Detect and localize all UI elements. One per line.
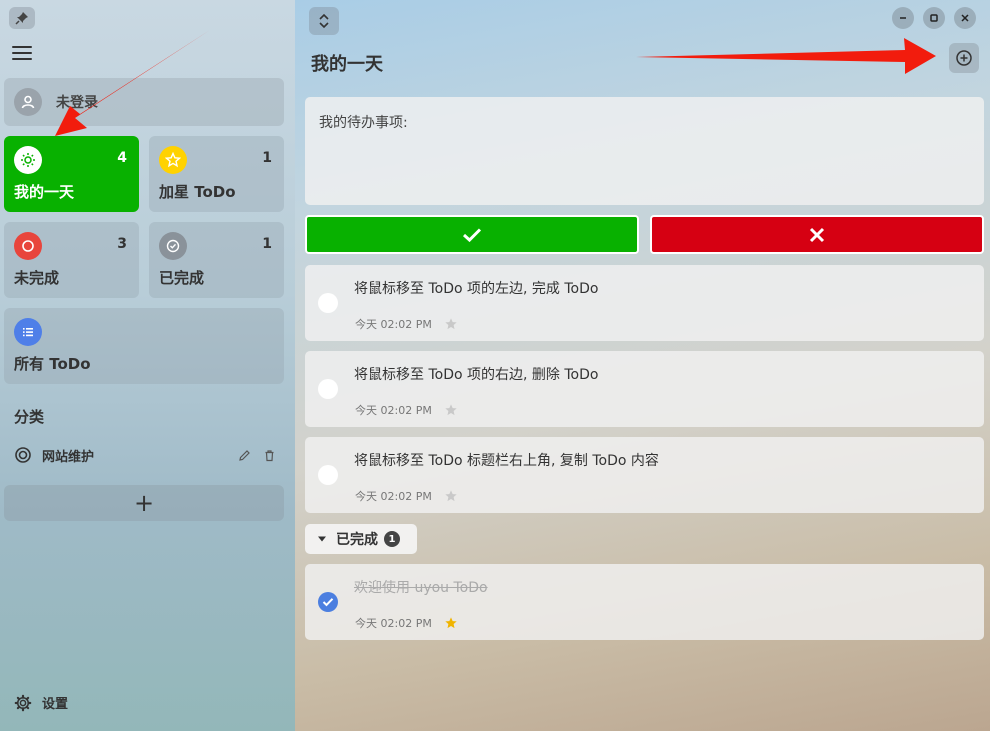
minimize-icon <box>900 17 906 19</box>
add-category-button[interactable]: + <box>4 485 284 521</box>
circle-icon <box>14 232 42 260</box>
chevron-up-down-icon <box>319 13 329 29</box>
todo-text: 欢迎使用 uyou ToDo <box>354 580 488 596</box>
todo-time: 今天 02:02 PM <box>355 617 432 630</box>
plus-circle-icon <box>956 50 972 66</box>
sort-button[interactable] <box>309 7 339 35</box>
tile-incomplete[interactable]: 3 未完成 <box>4 222 139 298</box>
todo-text: 将鼠标移至 ToDo 项的右边, 删除 ToDo <box>354 367 599 383</box>
star-icon[interactable] <box>444 403 458 417</box>
todo-meta: 今天 02:02 PM <box>355 402 458 418</box>
check-icon <box>462 227 482 242</box>
tile-count: 3 <box>117 236 127 252</box>
tile-starred[interactable]: 1 加星 ToDo <box>149 136 284 212</box>
confirm-button[interactable] <box>305 215 639 254</box>
minimize-button[interactable] <box>892 7 914 29</box>
todo-meta: 今天 02:02 PM <box>355 488 458 504</box>
todo-time: 今天 02:02 PM <box>355 318 432 331</box>
caret-down-icon <box>318 536 326 542</box>
todo-input[interactable]: 我的待办事项: <box>305 97 984 205</box>
todo-input-placeholder: 我的待办事项: <box>319 115 408 131</box>
category-item[interactable]: 网站维护 <box>14 444 276 466</box>
gear-icon <box>14 694 32 711</box>
completed-label: 已完成 <box>336 532 378 548</box>
category-section-title: 分类 <box>14 408 45 426</box>
close-icon <box>961 14 969 22</box>
category-label: 网站维护 <box>42 449 95 465</box>
tile-label: 未完成 <box>14 269 60 287</box>
completed-count-badge: 1 <box>384 531 400 547</box>
star-icon[interactable] <box>444 616 458 630</box>
pin-button[interactable] <box>9 7 35 29</box>
tile-label: 加星 ToDo <box>159 183 236 201</box>
trash-icon[interactable] <box>263 449 276 462</box>
todo-item[interactable]: 将鼠标移至 ToDo 项的右边, 删除 ToDo 今天 02:02 PM <box>305 351 984 427</box>
completed-section-toggle[interactable]: 已完成 1 <box>305 524 417 554</box>
completed-todo-item[interactable]: 欢迎使用 uyou ToDo 今天 02:02 PM <box>305 564 984 640</box>
settings-label: 设置 <box>42 697 69 712</box>
tile-label: 我的一天 <box>14 183 75 201</box>
cancel-button[interactable] <box>650 215 984 254</box>
edit-icon[interactable] <box>238 449 251 462</box>
todo-complete-checkbox[interactable] <box>318 293 338 313</box>
tile-count: 1 <box>262 150 272 166</box>
sun-icon <box>14 146 42 174</box>
check-icon <box>322 598 334 607</box>
plus-icon: + <box>133 489 155 517</box>
sidebar: 未登录 4 我的一天 1 加星 ToDo 3 未完成 1 已完成 所有 ToDo… <box>0 0 295 731</box>
page-title: 我的一天 <box>311 54 383 75</box>
todo-item[interactable]: 将鼠标移至 ToDo 项的左边, 完成 ToDo 今天 02:02 PM <box>305 265 984 341</box>
tile-completed[interactable]: 1 已完成 <box>149 222 284 298</box>
tile-label: 所有 ToDo <box>14 355 91 373</box>
todo-item[interactable]: 将鼠标移至 ToDo 标题栏右上角, 复制 ToDo 内容 今天 02:02 P… <box>305 437 984 513</box>
user-icon <box>21 95 35 109</box>
add-todo-button[interactable] <box>949 43 979 73</box>
todo-complete-checkbox[interactable] <box>318 592 338 612</box>
todo-meta: 今天 02:02 PM <box>355 316 458 332</box>
user-account-row[interactable]: 未登录 <box>4 78 284 126</box>
pin-icon <box>15 12 28 25</box>
target-icon <box>15 447 31 463</box>
close-icon <box>809 227 825 242</box>
todo-meta: 今天 02:02 PM <box>355 615 458 631</box>
maximize-button[interactable] <box>923 7 945 29</box>
todo-complete-checkbox[interactable] <box>318 379 338 399</box>
star-icon[interactable] <box>444 489 458 503</box>
avatar <box>14 88 42 116</box>
user-label: 未登录 <box>56 95 98 111</box>
tile-count: 1 <box>262 236 272 252</box>
star-icon[interactable] <box>444 317 458 331</box>
tile-count: 4 <box>117 150 127 166</box>
close-button[interactable] <box>954 7 976 29</box>
todo-complete-checkbox[interactable] <box>318 465 338 485</box>
todo-text: 将鼠标移至 ToDo 项的左边, 完成 ToDo <box>354 281 599 297</box>
tile-label: 已完成 <box>159 269 205 287</box>
star-icon <box>159 146 187 174</box>
tile-all-todo[interactable]: 所有 ToDo <box>4 308 284 384</box>
settings-button[interactable]: 设置 <box>14 693 68 712</box>
todo-time: 今天 02:02 PM <box>355 404 432 417</box>
main-panel: 我的一天 我的待办事项: 将鼠标移至 ToDo 项的左边, 完成 ToDo 今天… <box>295 0 990 731</box>
menu-icon[interactable] <box>12 46 32 62</box>
list-icon <box>14 318 42 346</box>
todo-time: 今天 02:02 PM <box>355 490 432 503</box>
todo-text: 将鼠标移至 ToDo 标题栏右上角, 复制 ToDo 内容 <box>354 453 659 469</box>
tile-my-day[interactable]: 4 我的一天 <box>4 136 139 212</box>
check-circle-icon <box>159 232 187 260</box>
maximize-icon <box>930 14 938 22</box>
